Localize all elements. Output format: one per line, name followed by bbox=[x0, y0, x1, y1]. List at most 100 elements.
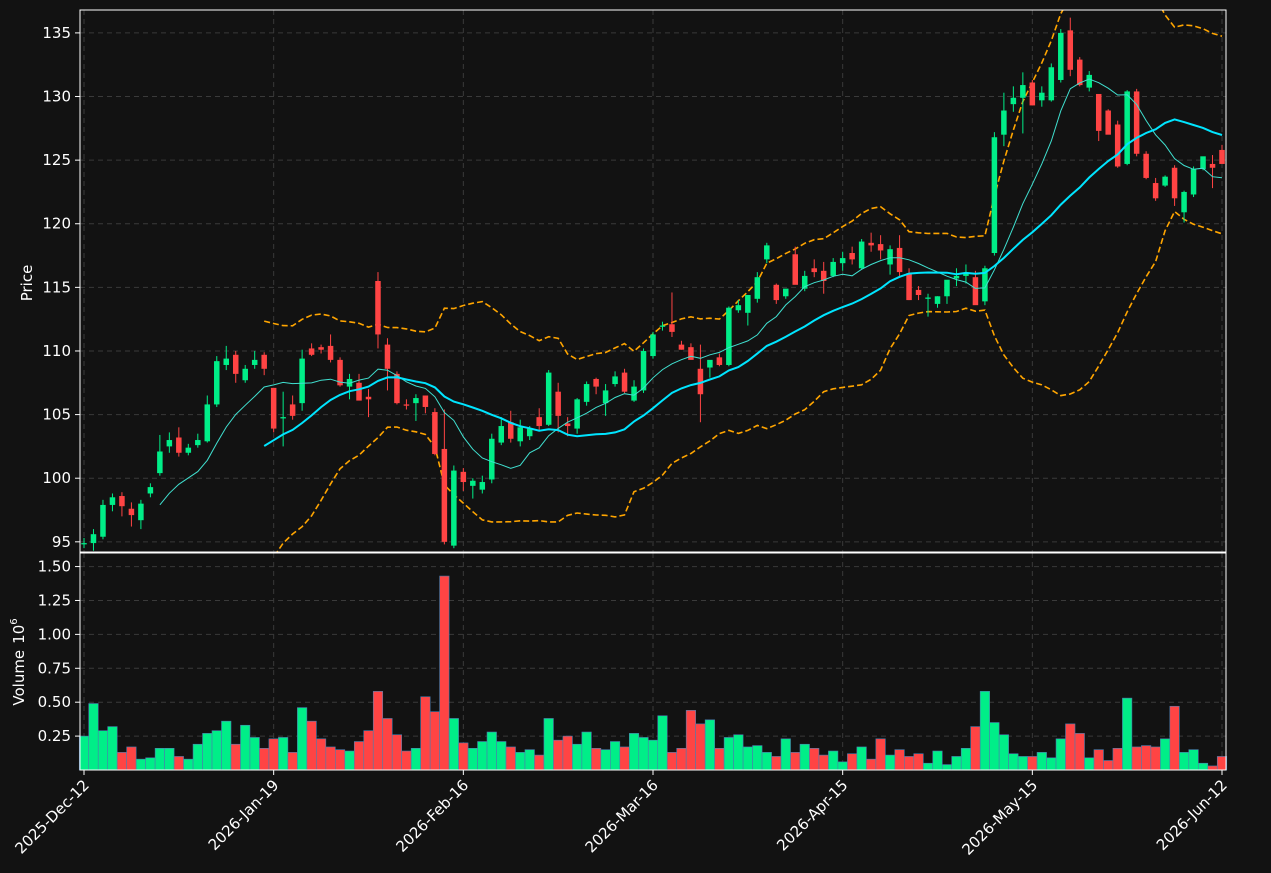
candle-body bbox=[944, 279, 950, 297]
candle-body bbox=[1200, 156, 1206, 170]
volume-bar bbox=[619, 746, 630, 771]
volume-bar bbox=[647, 739, 659, 771]
volume-bar bbox=[998, 734, 1009, 771]
volume-bar bbox=[1027, 756, 1038, 771]
candle-body bbox=[1143, 153, 1149, 178]
candle-body bbox=[356, 382, 362, 401]
volume-bar bbox=[515, 752, 526, 771]
volume-bar bbox=[941, 764, 953, 771]
candle-body bbox=[251, 359, 258, 365]
candle-body bbox=[451, 470, 457, 546]
candle-body bbox=[1039, 92, 1045, 101]
volume-tick-label: 0.50 bbox=[38, 693, 71, 711]
volume-bar bbox=[638, 737, 649, 771]
volume-bar bbox=[1046, 757, 1057, 771]
candle-body bbox=[470, 480, 476, 486]
volume-bar bbox=[866, 758, 877, 771]
candle-body bbox=[365, 396, 372, 400]
candle-body bbox=[441, 448, 448, 542]
candle-body bbox=[650, 334, 656, 357]
volume-bar bbox=[249, 737, 260, 771]
candle-body bbox=[176, 437, 182, 453]
volume-bar bbox=[164, 747, 175, 771]
volume-bar bbox=[316, 738, 327, 771]
volume-bar bbox=[458, 742, 469, 771]
volume-bar bbox=[790, 752, 801, 771]
candle-body bbox=[792, 254, 798, 285]
candle-body bbox=[811, 268, 817, 273]
volume-bar bbox=[723, 737, 734, 771]
volume-tick-label: 1.50 bbox=[38, 558, 71, 576]
volume-bar bbox=[202, 733, 213, 771]
volume-bar bbox=[1160, 738, 1171, 771]
candle-body bbox=[138, 503, 144, 521]
candle-body bbox=[460, 471, 467, 483]
volume-bar bbox=[401, 750, 412, 771]
candle-body bbox=[403, 404, 410, 406]
candle-body bbox=[1152, 183, 1159, 199]
candle-body bbox=[1171, 167, 1178, 199]
volume-bar bbox=[970, 726, 981, 771]
volume-bar bbox=[752, 745, 763, 771]
candle-body bbox=[517, 427, 523, 442]
volume-bar bbox=[88, 703, 99, 771]
volume-bar bbox=[135, 758, 146, 771]
volume-bar bbox=[885, 754, 896, 771]
price-tick-label: 95 bbox=[52, 533, 71, 551]
volume-bar bbox=[287, 752, 298, 771]
volume-bar bbox=[1074, 733, 1085, 771]
volume-bar bbox=[809, 747, 820, 771]
volume-bar bbox=[259, 747, 270, 771]
candle-body bbox=[934, 296, 941, 304]
volume-bar bbox=[173, 756, 184, 771]
candle-body bbox=[1067, 30, 1074, 70]
volume-tick-label: 1.25 bbox=[38, 591, 71, 609]
volume-bar bbox=[429, 711, 440, 771]
volume-bar bbox=[1103, 760, 1114, 771]
volume-bar bbox=[979, 691, 990, 771]
volume-bar bbox=[192, 743, 203, 771]
volume-bar bbox=[1017, 756, 1028, 771]
candle-body bbox=[602, 390, 609, 404]
volume-bar bbox=[335, 749, 346, 771]
candle-body bbox=[839, 258, 846, 264]
volume-bar bbox=[1008, 753, 1019, 771]
volume-bar bbox=[505, 746, 516, 771]
candle-body bbox=[1105, 110, 1111, 135]
candle-body bbox=[726, 307, 732, 365]
volume-bar bbox=[107, 726, 118, 771]
volume-bar bbox=[297, 707, 308, 771]
volume-bar bbox=[913, 753, 924, 771]
volume-bar bbox=[761, 752, 772, 771]
candle-body bbox=[204, 404, 211, 442]
candle-body bbox=[498, 426, 505, 443]
candle-body bbox=[308, 348, 315, 355]
volume-bar bbox=[439, 575, 450, 771]
volume-bar bbox=[904, 756, 915, 771]
volume-bar bbox=[581, 731, 592, 771]
volume-bar bbox=[1131, 746, 1142, 771]
volume-bar bbox=[600, 749, 611, 771]
candle-body bbox=[479, 482, 486, 490]
volume-bar bbox=[1150, 746, 1161, 771]
volume-bar bbox=[610, 741, 621, 771]
volume-axis-title: Volume 106 bbox=[9, 618, 28, 705]
candle-body bbox=[100, 504, 106, 537]
candle-body bbox=[1010, 97, 1017, 105]
candle-body bbox=[612, 376, 618, 385]
volume-bar bbox=[325, 746, 336, 771]
candle-body bbox=[413, 398, 419, 404]
candle-body bbox=[1133, 91, 1140, 154]
candle-body bbox=[830, 261, 836, 276]
candle-body bbox=[508, 422, 514, 439]
candle-body bbox=[915, 289, 922, 295]
candle-body bbox=[536, 417, 542, 427]
volume-bar bbox=[780, 738, 791, 771]
candle-body bbox=[81, 543, 87, 545]
candle-body bbox=[185, 447, 192, 453]
volume-bar bbox=[1169, 705, 1180, 771]
candle-body bbox=[545, 372, 552, 425]
volume-bar bbox=[1084, 757, 1095, 771]
volume-bar bbox=[666, 752, 678, 771]
price-tick-label: 135 bbox=[42, 24, 71, 42]
